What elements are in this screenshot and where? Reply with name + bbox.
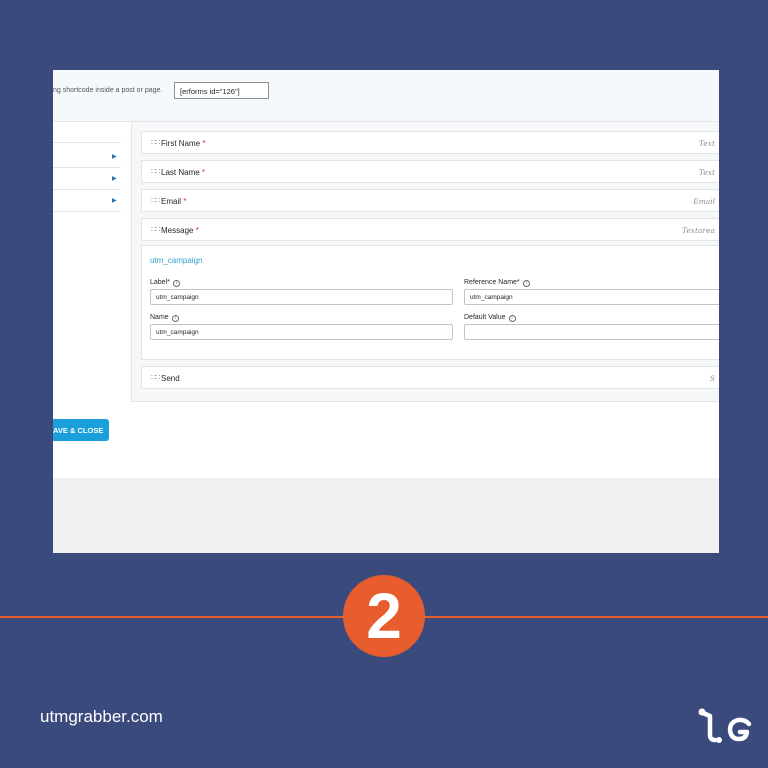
triangle-right-icon[interactable]: ▶ (112, 153, 117, 160)
field-label: Email (161, 197, 182, 206)
name-input[interactable]: utm_campaign (150, 324, 453, 340)
shortcode-field[interactable]: [erforms id="126"] (174, 82, 269, 99)
shortcode-info-text: ng shortcode inside a post or page. (53, 87, 163, 94)
drag-handle-icon[interactable]: ∷∷ (151, 373, 160, 382)
field-type: Email (693, 197, 715, 206)
site-url: utmgrabber.com (40, 707, 163, 726)
drag-handle-icon[interactable]: ∷∷ (151, 196, 160, 205)
triangle-right-icon[interactable]: ▶ (112, 197, 117, 204)
name-label: Name i (150, 314, 179, 322)
save-and-close-button[interactable]: AVE & CLOSE (53, 419, 109, 441)
drag-handle-icon[interactable]: ∷∷ (151, 225, 160, 234)
field-label: Message (161, 226, 194, 235)
drag-handle-icon[interactable]: ∷∷ (151, 138, 160, 147)
field-type: Textarea (681, 226, 715, 235)
required-marker: * (183, 197, 187, 206)
required-marker: * (201, 168, 206, 177)
info-icon[interactable]: i (508, 315, 516, 322)
reference-name-label: Reference Name* i (464, 279, 530, 287)
field-editor-utm-campaign: utm_campaign Label* i utm_campaign Refere… (141, 245, 719, 360)
field-sidebar: ▶ ▶ ▶ (53, 122, 129, 402)
sidebar-divider (53, 211, 121, 212)
field-label: Send (161, 374, 180, 383)
field-type: S (709, 374, 715, 383)
field-row-email[interactable]: ∷∷ Email * Email (141, 189, 719, 212)
label-field-label: Label* i (150, 279, 180, 287)
field-editor-title[interactable]: utm_campaign (150, 256, 202, 265)
required-marker: * (195, 226, 199, 235)
field-type: Text (698, 139, 715, 148)
sidebar-divider (53, 189, 121, 190)
field-type: Text (698, 168, 715, 177)
field-label: First Name (161, 139, 201, 148)
default-value-label: Default Value i (464, 314, 516, 322)
field-row-send[interactable]: ∷∷ Send S (141, 366, 719, 389)
info-icon[interactable]: i (172, 280, 180, 287)
form-builder-area: ∷∷ First Name * Text ∷∷ Last Name * Text… (131, 122, 719, 402)
sidebar-divider (53, 142, 121, 143)
reference-name-input[interactable]: utm_campaign (464, 289, 719, 305)
field-row-message[interactable]: ∷∷ Message * Textarea (141, 218, 719, 241)
form-editor-panel: ▶ ▶ ▶ ∷∷ First Name * Text ∷∷ Last Name … (53, 122, 719, 478)
utmgrabber-logo-icon (698, 708, 752, 743)
field-label: Last Name (161, 168, 200, 177)
sidebar-divider (53, 167, 121, 168)
triangle-right-icon[interactable]: ▶ (112, 175, 117, 182)
screenshot-frame: ng shortcode inside a post or page. [erf… (53, 70, 719, 553)
info-icon[interactable]: i (522, 280, 530, 287)
label-input[interactable]: utm_campaign (150, 289, 453, 305)
info-icon[interactable]: i (171, 315, 179, 322)
drag-handle-icon[interactable]: ∷∷ (151, 167, 160, 176)
field-row-first-name[interactable]: ∷∷ First Name * Text (141, 131, 719, 154)
default-value-input[interactable] (464, 324, 719, 340)
required-marker: * (202, 139, 206, 148)
field-row-last-name[interactable]: ∷∷ Last Name * Text (141, 160, 719, 183)
step-number-badge: 2 (343, 575, 425, 657)
shortcode-bar: ng shortcode inside a post or page. [erf… (53, 70, 719, 122)
